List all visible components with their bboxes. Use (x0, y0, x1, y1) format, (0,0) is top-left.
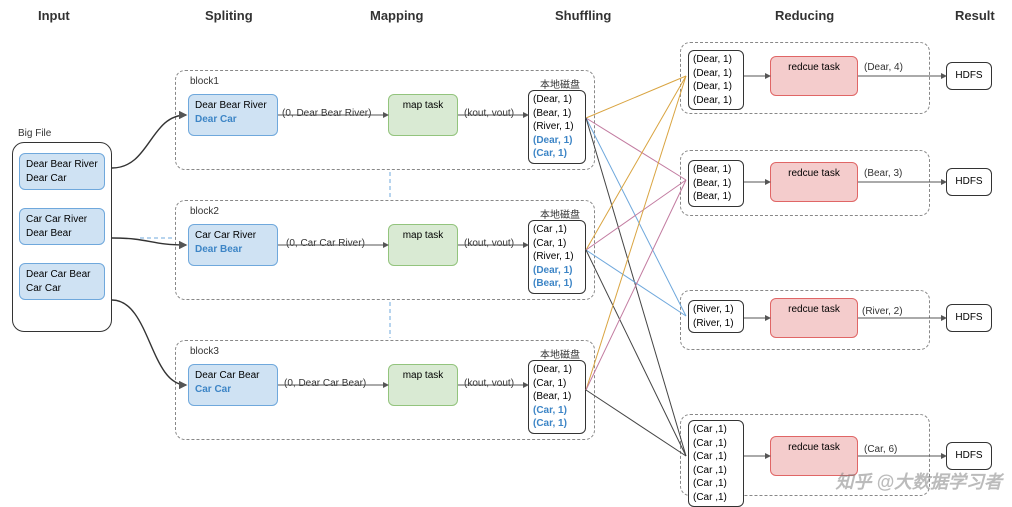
block2-disk-extra-1: (Bear, 1) (533, 277, 581, 291)
block3-disk-line-1: (Car, 1) (533, 377, 581, 391)
input-chunk-0: Dear Bear River Dear Car (19, 153, 105, 190)
block2-disk-extra-0: (Dear, 1) (533, 264, 581, 278)
reducer4-line-3: (Car ,1) (693, 464, 739, 478)
reducer1-sink: HDFS (946, 62, 992, 90)
reducer2-group: (Bear, 1) (Bear, 1) (Bear, 1) (688, 160, 744, 207)
input-chunk-1: Car Car River Dear Bear (19, 208, 105, 245)
stage-reducing: Reducing (775, 8, 834, 23)
block1-disk-line-1: (Bear, 1) (533, 107, 581, 121)
block3-split: Dear Car Bear Car Car (188, 364, 278, 406)
block3-split-text: Dear Car Bear (195, 370, 259, 381)
block2-map-task: map task (388, 224, 458, 266)
block3-map-input: (0, Dear Car Bear) (284, 378, 366, 389)
reducer1-result: (Dear, 4) (864, 62, 903, 73)
reducer1-task: redcue task (770, 56, 858, 96)
block3-title: block3 (190, 346, 219, 357)
block2-split-text: Car Car River (195, 230, 256, 241)
block1-disk-extra-0: (Dear, 1) (533, 134, 581, 148)
block2-disk-line-0: (Car ,1) (533, 223, 581, 237)
reducer3-sink: HDFS (946, 304, 992, 332)
block1-split: Dear Bear River Dear Car (188, 94, 278, 136)
stage-splitting: Spliting (205, 8, 253, 23)
reducer2-line-2: (Bear, 1) (693, 190, 739, 204)
block3-disk-line-0: (Dear, 1) (533, 363, 581, 377)
input-chunk-2: Dear Car Bear Car Car (19, 263, 105, 300)
watermark: 知乎 @大数据学习者 (835, 468, 1002, 494)
reducer3-group: (River, 1) (River, 1) (688, 300, 744, 333)
reducer4-result: (Car, 6) (864, 444, 897, 455)
stage-mapping: Mapping (370, 8, 423, 23)
block1-map-input: (0, Dear Bear River) (282, 108, 371, 119)
reducer2-task: redcue task (770, 162, 858, 202)
block1-disk-label: 本地磁盘 (540, 76, 580, 91)
reducer4-line-4: (Car ,1) (693, 477, 739, 491)
block2-disk-label: 本地磁盘 (540, 206, 580, 221)
block1-split-text: Dear Bear River (195, 100, 267, 111)
reducer4-line-1: (Car ,1) (693, 437, 739, 451)
block3-disk-line-2: (Bear, 1) (533, 390, 581, 404)
reducer2-line-0: (Bear, 1) (693, 163, 739, 177)
block2-title: block2 (190, 206, 219, 217)
reducer2-result: (Bear, 3) (864, 168, 902, 179)
block1-disk-line-0: (Dear, 1) (533, 93, 581, 107)
reducer2-sink: HDFS (946, 168, 992, 196)
reducer4-group: (Car ,1) (Car ,1) (Car ,1) (Car ,1) (Car… (688, 420, 744, 507)
reducer1-group: (Dear, 1) (Dear, 1) (Dear, 1) (Dear, 1) (688, 50, 744, 110)
block2-disk-line-1: (Car, 1) (533, 237, 581, 251)
stage-input: Input (38, 8, 70, 23)
reducer4-line-5: (Car ,1) (693, 491, 739, 505)
reducer3-line-0: (River, 1) (693, 303, 739, 317)
block1-map-task: map task (388, 94, 458, 136)
block1-split-extra: Dear Car (195, 114, 237, 125)
block2-map-output-label: (kout, vout) (464, 238, 514, 249)
block2-disk: (Car ,1) (Car, 1) (River, 1) (Dear, 1) (… (528, 220, 586, 294)
block1-disk: (Dear, 1) (Bear, 1) (River, 1) (Dear, 1)… (528, 90, 586, 164)
block3-split-extra: Car Car (195, 384, 231, 395)
block2-split-extra: Dear Bear (195, 244, 242, 255)
block3-disk-extra-1: (Car, 1) (533, 417, 581, 431)
big-file-label: Big File (18, 128, 51, 139)
block3-map-output-label: (kout, vout) (464, 378, 514, 389)
reducer3-task: redcue task (770, 298, 858, 338)
reducer1-line-0: (Dear, 1) (693, 53, 739, 67)
reducer2-line-1: (Bear, 1) (693, 177, 739, 191)
block1-disk-line-2: (River, 1) (533, 120, 581, 134)
block2-split: Car Car River Dear Bear (188, 224, 278, 266)
reducer3-line-1: (River, 1) (693, 317, 739, 331)
block1-map-output-label: (kout, vout) (464, 108, 514, 119)
block3-disk: (Dear, 1) (Car, 1) (Bear, 1) (Car, 1) (C… (528, 360, 586, 434)
block1-disk-extra-1: (Car, 1) (533, 147, 581, 161)
reducer1-line-2: (Dear, 1) (693, 80, 739, 94)
reducer3-result: (River, 2) (862, 306, 903, 317)
reducer4-line-2: (Car ,1) (693, 450, 739, 464)
stage-shuffling: Shuffling (555, 8, 611, 23)
reducer1-line-1: (Dear, 1) (693, 67, 739, 81)
block2-map-input: (0, Car Car River) (286, 238, 365, 249)
block3-disk-label: 本地磁盘 (540, 346, 580, 361)
big-file-container: Dear Bear River Dear Car Car Car River D… (12, 142, 112, 332)
reducer1-line-3: (Dear, 1) (693, 94, 739, 108)
block2-disk-line-2: (River, 1) (533, 250, 581, 264)
stage-result: Result (955, 8, 995, 23)
reducer4-line-0: (Car ,1) (693, 423, 739, 437)
block1-title: block1 (190, 76, 219, 87)
reducer4-sink: HDFS (946, 442, 992, 470)
block3-disk-extra-0: (Car, 1) (533, 404, 581, 418)
block3-map-task: map task (388, 364, 458, 406)
